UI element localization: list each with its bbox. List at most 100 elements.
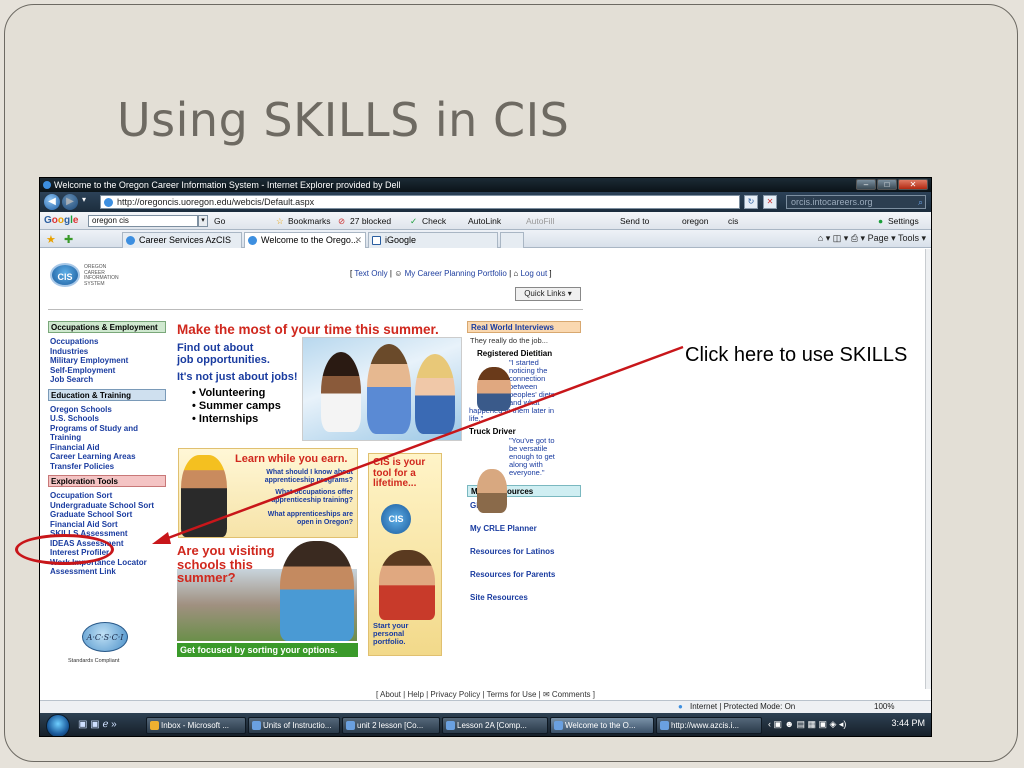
quote-line: everyone.": [509, 468, 545, 477]
truck-driver-quote[interactable]: "You've got to be versatile enough to ge…: [509, 437, 581, 477]
nav-link-programs-of-study[interactable]: Programs of Study and: [48, 424, 166, 434]
autolink-button[interactable]: AutoLink: [468, 212, 501, 230]
tools-menu[interactable]: Tools: [898, 233, 919, 243]
nav-link-graduate-school-sort[interactable]: Graduate School Sort: [48, 510, 166, 520]
terms-link[interactable]: Terms for Use: [487, 690, 537, 699]
portfolio-promo-text[interactable]: Start your personal portfolio.: [373, 622, 408, 646]
print-icon[interactable]: ⎙ ▾: [851, 233, 865, 243]
logout-link[interactable]: Log out: [520, 269, 547, 278]
quick-launch-icons[interactable]: ▣ ▣ ℯ »: [78, 719, 117, 730]
page-menu[interactable]: Page: [868, 233, 889, 243]
site-resources-link[interactable]: Site Resources: [470, 593, 581, 602]
nav-link-industries[interactable]: Industries: [48, 347, 166, 357]
cis-tool-logo-text: CIS: [388, 514, 404, 524]
maximize-button[interactable]: □: [877, 179, 897, 190]
send-to-button[interactable]: Send to: [620, 212, 649, 230]
live-search-box[interactable]: orcis.intocareers.org ⌕: [786, 195, 926, 209]
nav-link-training[interactable]: Training: [48, 433, 166, 443]
text-only-link[interactable]: Text Only: [354, 269, 387, 278]
find-out-text[interactable]: Find out about job opportunities.: [177, 342, 270, 366]
nav-link-job-search[interactable]: Job Search: [48, 375, 166, 385]
summer-headline[interactable]: Make the most of your time this summer.: [177, 322, 439, 337]
stop-icon[interactable]: ✕: [763, 195, 777, 209]
taskbar-item[interactable]: Units of Instructio...: [248, 717, 340, 734]
autofill-button[interactable]: AutoFill: [526, 212, 554, 230]
acsci-badge[interactable]: A·C·S·C·I: [82, 622, 128, 652]
security-zone[interactable]: Internet | Protected Mode: On: [690, 701, 795, 713]
recent-pages-chevron-icon[interactable]: ▾: [82, 195, 86, 204]
privacy-link[interactable]: Privacy Policy: [430, 690, 480, 699]
forward-icon[interactable]: ▶: [62, 194, 78, 210]
dietitian-title[interactable]: Registered Dietitian: [477, 349, 581, 358]
nav-link-financial-aid-sort[interactable]: Financial Aid Sort: [48, 520, 166, 530]
back-icon[interactable]: ◀: [44, 194, 60, 210]
tab-close-icon[interactable]: ✕: [354, 233, 362, 247]
comments-link[interactable]: Comments: [552, 690, 591, 699]
nav-link-career-learning-areas[interactable]: Career Learning Areas: [48, 452, 166, 462]
nav-link-us-schools[interactable]: U.S. Schools: [48, 414, 166, 424]
system-tray-icons[interactable]: ‹ ▣ ☻ ▤ ▦ ▣ ◈ ◂): [768, 719, 846, 730]
resources-parents-link[interactable]: Resources for Parents: [470, 570, 581, 579]
vertical-scrollbar[interactable]: [925, 249, 931, 689]
nav-link-occupation-sort[interactable]: Occupation Sort: [48, 491, 166, 501]
check-button[interactable]: Check: [422, 212, 446, 230]
settings-button[interactable]: Settings: [888, 212, 919, 230]
home-icon[interactable]: ⌂ ▾: [818, 233, 830, 243]
students-photo: [302, 337, 462, 441]
new-tab-button[interactable]: [500, 232, 524, 248]
help-link[interactable]: Help: [407, 690, 423, 699]
portfolio-link[interactable]: My Career Planning Portfolio: [405, 269, 507, 278]
nav-link-assessment-link[interactable]: Assessment Link: [48, 567, 166, 577]
url-text: http://oregoncis.uoregon.edu/webcis/Defa…: [117, 197, 315, 207]
crle-planner-link[interactable]: My CRLE Planner: [470, 524, 581, 533]
nav-link-transfer-policies[interactable]: Transfer Policies: [48, 462, 166, 472]
google-search-dropdown[interactable]: ▾: [198, 215, 208, 227]
add-favorite-icon[interactable]: ✚: [64, 233, 73, 246]
apprenticeship-promo[interactable]: Learn while you earn. What should I know…: [178, 448, 358, 538]
start-button[interactable]: [46, 714, 70, 736]
dietitian-quote[interactable]: "I started noticing the connection betwe…: [509, 359, 581, 407]
zoom-level[interactable]: 100%: [874, 701, 894, 713]
taskbar-item[interactable]: http://www.azcis.i...: [656, 717, 762, 734]
refresh-icon[interactable]: ↻: [744, 195, 758, 209]
bookmarks-button[interactable]: Bookmarks: [288, 212, 331, 230]
tab-igoogle[interactable]: iGoogle: [368, 232, 498, 248]
nav-link-oregon-schools[interactable]: Oregon Schools: [48, 405, 166, 415]
truck-driver-title[interactable]: Truck Driver: [469, 427, 581, 436]
search-icon[interactable]: ⌕: [918, 196, 923, 208]
minimize-button[interactable]: –: [856, 179, 876, 190]
close-button[interactable]: ✕: [898, 179, 928, 190]
cis-lifetime-promo[interactable]: CIS is your tool for a lifetime... CIS S…: [368, 453, 442, 656]
tab-career-services[interactable]: Career Services AzCIS: [122, 232, 242, 248]
earn-question[interactable]: What occupations offer apprenticeship tr…: [235, 489, 353, 504]
nav-link-military-employment[interactable]: Military Employment: [48, 356, 166, 366]
taskbar-item[interactable]: Inbox - Microsoft ...: [146, 717, 246, 734]
nav-link-self-employment[interactable]: Self-Employment: [48, 366, 166, 376]
taskbar-item[interactable]: Lesson 2A [Comp...: [442, 717, 548, 734]
taskbar-item[interactable]: unit 2 lesson [Co...: [342, 717, 440, 734]
taskbar-clock[interactable]: 3:44 PM: [891, 718, 925, 728]
boy-photo: [379, 550, 435, 620]
about-link[interactable]: About: [380, 690, 401, 699]
google-search-input[interactable]: oregon cis: [88, 215, 198, 227]
quick-links-dropdown[interactable]: Quick Links ▾: [515, 287, 581, 301]
sorting-banner[interactable]: Get focused by sorting your options.: [177, 643, 358, 657]
favorites-star-icon[interactable]: ★: [46, 233, 56, 246]
taskbar-item-active[interactable]: Welcome to the O...: [550, 717, 654, 734]
nav-link-occupations[interactable]: Occupations: [48, 337, 166, 347]
google-go-button[interactable]: Go: [214, 212, 225, 230]
cis-highlight-button[interactable]: cis: [728, 212, 738, 230]
popups-blocked-label[interactable]: 27 blocked: [350, 212, 391, 230]
url-field[interactable]: http://oregoncis.uoregon.edu/webcis/Defa…: [100, 195, 740, 209]
feeds-icon[interactable]: ◫ ▾: [833, 233, 849, 243]
resources-latinos-link[interactable]: Resources for Latinos: [470, 547, 581, 556]
visiting-schools-heading[interactable]: Are you visiting schools this summer?: [177, 544, 275, 585]
earn-question[interactable]: What apprenticeships are open in Oregon?: [257, 511, 353, 526]
bookmark-star-icon[interactable]: ☆: [276, 212, 284, 230]
earn-question[interactable]: What should I know about apprenticeship …: [233, 469, 353, 484]
oregon-highlight-button[interactable]: oregon: [682, 212, 708, 230]
tab-welcome-oregon[interactable]: Welcome to the Orego... ✕: [244, 232, 366, 248]
cis-logo[interactable]: CIS: [50, 263, 80, 287]
nav-link-financial-aid[interactable]: Financial Aid: [48, 443, 166, 453]
nav-link-undergraduate-school-sort[interactable]: Undergraduate School Sort: [48, 501, 166, 511]
